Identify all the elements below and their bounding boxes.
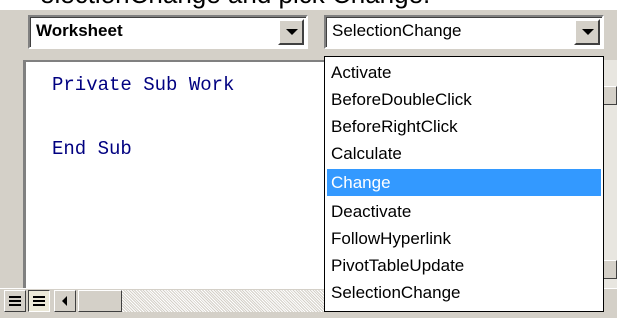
dropdown-item-beforerightclick[interactable]: BeforeRightClick bbox=[327, 113, 601, 140]
instruction-caption: electionChange and pick Change. bbox=[40, 0, 430, 8]
dropdown-item-calculate[interactable]: Calculate bbox=[327, 140, 601, 167]
chevron-down-icon bbox=[286, 29, 298, 35]
full-module-view-button[interactable] bbox=[28, 290, 50, 312]
procedure-dropdown-button[interactable] bbox=[574, 19, 600, 45]
vba-editor-window: electionChange and pick Change. Workshee… bbox=[0, 0, 617, 318]
object-dropdown-value: Worksheet bbox=[36, 21, 123, 40]
object-dropdown-button[interactable] bbox=[278, 19, 304, 45]
procedure-view-button[interactable] bbox=[4, 290, 26, 312]
procedure-dropdown-value: SelectionChange bbox=[332, 21, 462, 40]
margin-indicator-bar bbox=[0, 60, 24, 288]
procedure-dropdown[interactable]: SelectionChange bbox=[324, 15, 604, 49]
code-line-end-sub: End Sub bbox=[52, 138, 132, 160]
arrow-left-icon bbox=[62, 296, 67, 306]
procedure-view-icon bbox=[9, 296, 21, 306]
procedure-dropdown-list: Activate BeforeDoubleClick BeforeRightCl… bbox=[324, 56, 604, 312]
scroll-separator bbox=[78, 290, 122, 312]
dropdown-item-beforedoubleclick[interactable]: BeforeDoubleClick bbox=[327, 86, 601, 113]
chevron-down-icon bbox=[582, 29, 594, 35]
object-dropdown[interactable]: Worksheet bbox=[28, 15, 308, 49]
dropdown-item-activate[interactable]: Activate bbox=[327, 59, 601, 86]
dropdown-item-change[interactable]: Change bbox=[327, 169, 601, 196]
dropdown-item-selectionchange[interactable]: SelectionChange bbox=[327, 279, 601, 306]
full-module-view-icon bbox=[33, 296, 45, 306]
scroll-left-button[interactable] bbox=[54, 290, 76, 312]
dropdown-item-pivottableupdate[interactable]: PivotTableUpdate bbox=[327, 252, 601, 279]
dropdown-item-followhyperlink[interactable]: FollowHyperlink bbox=[327, 225, 601, 252]
dropdown-item-deactivate[interactable]: Deactivate bbox=[327, 198, 601, 225]
code-line-sub: Private Sub Work bbox=[52, 74, 235, 96]
